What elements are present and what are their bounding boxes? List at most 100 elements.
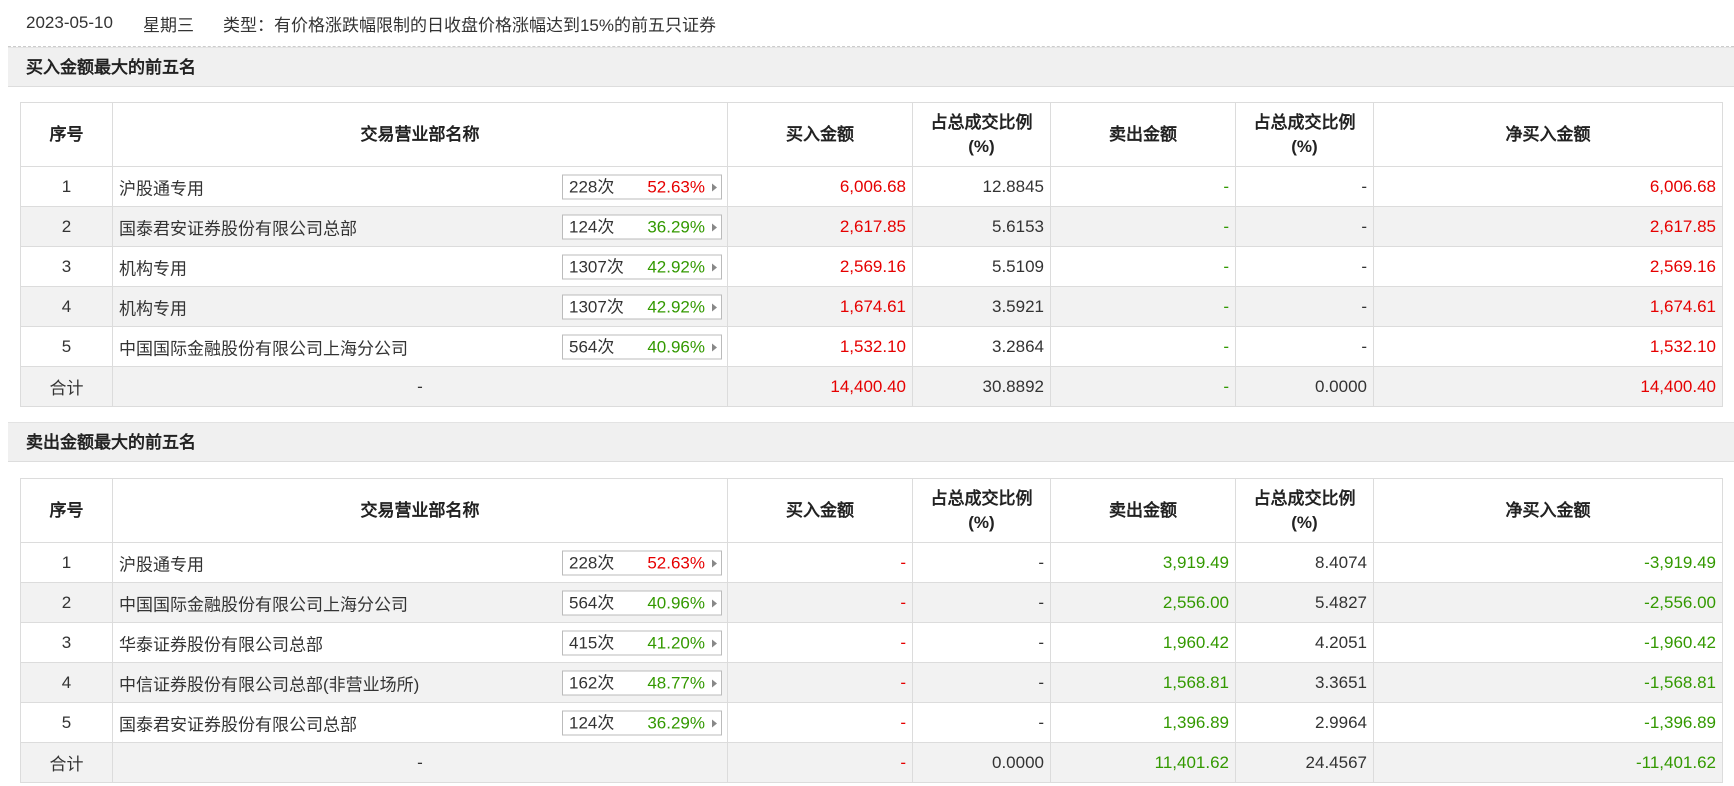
buy-amount: -	[727, 622, 913, 663]
table-row: 2 中国国际金融股份有限公司上海分公司 564次 40.96% - -2,556.00 5.…	[20, 582, 1723, 623]
row-index: 4	[20, 662, 113, 703]
sell-amount: -	[1050, 206, 1236, 247]
listing-count: 228次	[569, 553, 615, 572]
total-sell-ratio: 0.0000	[1235, 366, 1374, 407]
branch-name: 沪股通专用	[119, 555, 204, 574]
listing-count: 124次	[569, 217, 615, 236]
total-net: 14,400.40	[1373, 366, 1723, 407]
triangle-right-icon	[712, 263, 717, 271]
net-amount: -3,919.49	[1373, 542, 1723, 583]
triangle-right-icon	[712, 679, 717, 687]
sell-ratio: 5.4827	[1235, 582, 1374, 623]
branch-name: 中国国际金融股份有限公司上海分公司	[119, 339, 408, 358]
triangle-right-icon	[712, 303, 717, 311]
col-buy-ratio: 占总成交比例 (%)	[912, 478, 1051, 543]
weekday: 星期三	[142, 15, 194, 35]
branch-stats-button[interactable]: 228次 52.63%	[562, 174, 722, 199]
row-index: 4	[20, 286, 113, 327]
sell-amount: 1,960.42	[1050, 622, 1236, 663]
branch-name: 华泰证券股份有限公司总部	[119, 635, 323, 654]
buy-ratio: 3.2864	[912, 326, 1051, 367]
col-net-amount: 净买入金额	[1373, 102, 1723, 167]
triangle-right-icon	[712, 599, 717, 607]
branch-stats-button[interactable]: 1307次 42.92%	[562, 254, 722, 279]
col-buy-amount: 买入金额	[727, 478, 913, 543]
buy-ratio: -	[912, 582, 1051, 623]
row-index: 5	[20, 702, 113, 743]
sell-amount: 3,919.49	[1050, 542, 1236, 583]
net-amount: -1,396.89	[1373, 702, 1723, 743]
listing-count: 1307次	[569, 297, 624, 316]
table-header-row: 序号 交易营业部名称 买入金额 占总成交比例 (%) 卖出金额 占总成交比例 (…	[20, 102, 1723, 167]
buy-amount: 2,617.85	[727, 206, 913, 247]
buy-ratio: 5.6153	[912, 206, 1051, 247]
total-buy: 14,400.40	[727, 366, 913, 407]
buy-ratio: 3.5921	[912, 286, 1051, 327]
sell-amount: 2,556.00	[1050, 582, 1236, 623]
listing-count: 564次	[569, 337, 615, 356]
sell-ratio: 3.3651	[1235, 662, 1374, 703]
row-index: 3	[20, 622, 113, 663]
buy-amount: 1,532.10	[727, 326, 913, 367]
row-index: 1	[20, 542, 113, 583]
listing-count: 564次	[569, 593, 615, 612]
sell-amount: 1,396.89	[1050, 702, 1236, 743]
net-amount: 1,674.61	[1373, 286, 1723, 327]
branch-stats-button[interactable]: 162次 48.77%	[562, 670, 722, 695]
branch-stats-button[interactable]: 415次 41.20%	[562, 630, 722, 655]
col-sell-amount: 卖出金额	[1050, 102, 1236, 167]
total-label: 合计	[20, 366, 113, 407]
branch-cell: 国泰君安证券股份有限公司总部 124次 36.29%	[112, 702, 728, 743]
table-row: 3 华泰证券股份有限公司总部 415次 41.20% - -1,960.42 4.2051-…	[20, 622, 1723, 663]
buy-ratio: -	[912, 622, 1051, 663]
triangle-right-icon	[712, 639, 717, 647]
col-index: 序号	[20, 478, 113, 543]
branch-name: 机构专用	[119, 259, 187, 278]
branch-cell: 华泰证券股份有限公司总部 415次 41.20%	[112, 622, 728, 663]
branch-stats-button[interactable]: 124次 36.29%	[562, 214, 722, 239]
win-rate: 36.29%	[647, 713, 705, 732]
branch-cell: 沪股通专用 228次 52.63%	[112, 166, 728, 207]
branch-stats-button[interactable]: 124次 36.29%	[562, 710, 722, 735]
sell-section-title: 卖出金额最大的前五名	[8, 422, 1734, 462]
lhb-page: 2023-05-10 星期三 类型：有价格涨跌幅限制的日收盘价格涨幅达到15%的…	[0, 0, 1734, 786]
net-amount: 2,617.85	[1373, 206, 1723, 247]
total-net: -11,401.62	[1373, 742, 1723, 783]
row-index: 5	[20, 326, 113, 367]
buy-amount: -	[727, 542, 913, 583]
win-rate: 36.29%	[647, 217, 705, 236]
table-header-row: 序号 交易营业部名称 买入金额 占总成交比例 (%) 卖出金额 占总成交比例 (…	[20, 478, 1723, 543]
sell-amount: -	[1050, 326, 1236, 367]
total-sell: -	[1050, 366, 1236, 407]
sell-amount: -	[1050, 246, 1236, 287]
buy-section-title: 买入金额最大的前五名	[8, 47, 1734, 87]
col-index: 序号	[20, 102, 113, 167]
row-index: 3	[20, 246, 113, 287]
branch-cell: 机构专用 1307次 42.92%	[112, 286, 728, 327]
branch-name: 中国国际金融股份有限公司上海分公司	[119, 595, 408, 614]
col-sell-ratio: 占总成交比例 (%)	[1235, 102, 1374, 167]
buy-ratio: 5.5109	[912, 246, 1051, 287]
total-sell: 11,401.62	[1050, 742, 1236, 783]
buy-amount: 6,006.68	[727, 166, 913, 207]
triangle-right-icon	[712, 183, 717, 191]
net-amount: 1,532.10	[1373, 326, 1723, 367]
branch-stats-button[interactable]: 1307次 42.92%	[562, 294, 722, 319]
win-rate: 41.20%	[647, 633, 705, 652]
listing-count: 1307次	[569, 257, 624, 276]
buy-ratio: 12.8845	[912, 166, 1051, 207]
branch-cell: 国泰君安证券股份有限公司总部 124次 36.29%	[112, 206, 728, 247]
win-rate: 52.63%	[647, 553, 705, 572]
branch-name: 中信证券股份有限公司总部(非营业场所)	[119, 675, 420, 694]
sell-ratio: -	[1235, 246, 1374, 287]
buy-amount: 2,569.16	[727, 246, 913, 287]
sell-ratio: -	[1235, 286, 1374, 327]
sell-amount: -	[1050, 286, 1236, 327]
branch-stats-button[interactable]: 564次 40.96%	[562, 334, 722, 359]
sell-ratio: -	[1235, 206, 1374, 247]
branch-stats-button[interactable]: 228次 52.63%	[562, 550, 722, 575]
branch-name: 沪股通专用	[119, 179, 204, 198]
buy-ratio: -	[912, 702, 1051, 743]
branch-stats-button[interactable]: 564次 40.96%	[562, 590, 722, 615]
total-branch: -	[112, 366, 728, 407]
